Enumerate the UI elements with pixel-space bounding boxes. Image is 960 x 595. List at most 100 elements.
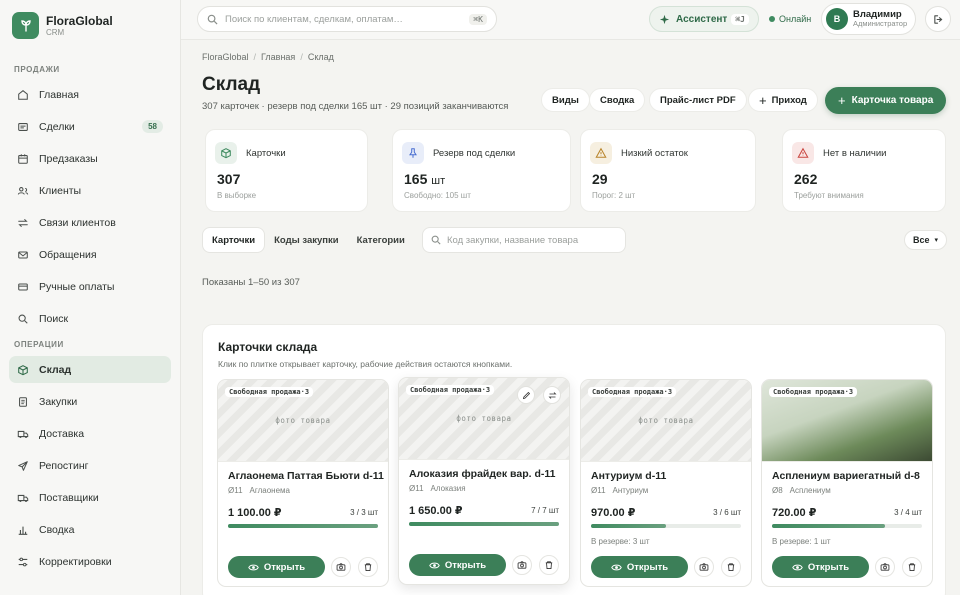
tab-purchase-codes[interactable]: Коды закупки	[265, 227, 348, 253]
assistant-button[interactable]: Ассистент ⌘J	[649, 6, 759, 32]
product-card[interactable]: Свободная продажа·3 Асплениум вариегатный…	[761, 379, 933, 587]
chevron-down-icon: ▾	[934, 237, 939, 244]
warning-icon	[590, 142, 612, 164]
sidebar-item[interactable]: Сделки 58	[9, 113, 171, 140]
page-subtitle: 307 карточек · резерв под сделки 165 шт …	[202, 101, 509, 112]
logo-icon	[12, 12, 39, 39]
send-icon	[16, 459, 30, 473]
pricelist-pdf-button[interactable]: Прайс-лист PDF	[649, 88, 747, 112]
panel-title: Карточки склада	[218, 340, 318, 354]
product-card[interactable]: Свободная продажа·3 фото товара Алоказия ф…	[398, 377, 570, 585]
sidebar-item-label: Поставщики	[39, 491, 99, 504]
product-price: 970.00 ₽	[591, 507, 636, 519]
sidebar-item[interactable]: Поиск	[9, 305, 171, 332]
receipt-button[interactable]: + Приход	[748, 88, 818, 112]
summary-button[interactable]: Сводка	[589, 88, 646, 112]
sale-tag: Свободная продажа·3	[225, 387, 314, 397]
filter-select[interactable]: Все ▾	[904, 230, 948, 250]
stat-value: 262	[794, 171, 818, 187]
open-card-button[interactable]: Открыть	[228, 556, 325, 578]
swap-icon	[548, 391, 556, 399]
product-name: Антуриум d-11	[591, 470, 667, 482]
product-price: 1 100.00 ₽	[228, 507, 282, 519]
global-search[interactable]: Поиск по клиентам, сделкам, оплатам… ⌘K	[197, 6, 497, 32]
sidebar-item[interactable]: Доставка	[9, 420, 171, 447]
sidebar-item[interactable]: Репостинг	[9, 452, 171, 479]
sliders-icon	[16, 555, 30, 569]
users-icon	[16, 184, 30, 198]
photo-button[interactable]	[331, 557, 351, 577]
stock-bar	[409, 522, 559, 526]
product-meta: Ø8 Асплениум	[772, 486, 831, 495]
stat-value: 29	[592, 171, 608, 187]
tab-cards[interactable]: Карточки	[202, 227, 266, 253]
deals-icon	[16, 120, 30, 134]
sidebar-item[interactable]: Связи клиентов	[9, 209, 171, 236]
search-icon	[207, 14, 218, 25]
new-product-card-button[interactable]: + Карточка товара	[825, 87, 947, 114]
tabs: Карточки Коды закупки Категории	[202, 227, 414, 253]
edit-button[interactable]	[517, 386, 535, 404]
tab-categories[interactable]: Категории	[348, 227, 414, 253]
sidebar-item-label: Поиск	[39, 312, 69, 325]
delete-button[interactable]	[539, 555, 559, 575]
views-button[interactable]: Виды	[541, 88, 590, 112]
eye-icon	[611, 564, 622, 570]
sidebar-item-label: Сводка	[39, 523, 75, 536]
photo-button[interactable]	[875, 557, 895, 577]
sidebar-item[interactable]: Закупки	[9, 388, 171, 415]
trash-icon	[908, 563, 916, 571]
sidebar-item-label: Ручные оплаты	[39, 280, 115, 293]
sidebar-item[interactable]: Склад	[9, 356, 171, 383]
camera-icon	[336, 563, 346, 571]
new-product-card-label: Карточка товара	[851, 95, 934, 106]
delete-button[interactable]	[721, 557, 741, 577]
sidebar-item[interactable]: Клиенты	[9, 177, 171, 204]
sidebar-item[interactable]: Главная	[9, 81, 171, 108]
brand[interactable]: FloraGlobal CRM	[0, 0, 180, 51]
sidebar-item[interactable]: Ручные оплаты	[9, 273, 171, 300]
filter-select-value: Все	[913, 235, 930, 245]
product-meta: Ø11 Алоказия	[409, 484, 466, 493]
sidebar-item[interactable]: Обращения	[9, 241, 171, 268]
breadcrumb-item[interactable]: Главная	[261, 52, 295, 62]
box-icon	[16, 363, 30, 377]
open-card-button[interactable]: Открыть	[409, 554, 506, 576]
card-icon	[16, 280, 30, 294]
filter-input[interactable]: Код закупки, название товара	[447, 235, 578, 246]
sidebar-item[interactable]: Сводка	[9, 516, 171, 543]
trash-icon	[545, 561, 553, 569]
delete-button[interactable]	[902, 557, 922, 577]
user-menu[interactable]: В Владимир Администратор	[821, 3, 916, 35]
move-button[interactable]	[543, 386, 561, 404]
product-quantity: 3 / 4 шт	[894, 508, 922, 517]
stock-bar-fill	[772, 524, 885, 528]
stat-hint: Требуют внимания	[794, 191, 864, 200]
truck-icon	[16, 491, 30, 505]
photo-placeholder: фото товара	[456, 414, 512, 423]
search-input[interactable]: Поиск по клиентам, сделкам, оплатам…	[225, 14, 469, 25]
delete-button[interactable]	[358, 557, 378, 577]
sidebar-item[interactable]: Предзаказы	[9, 145, 171, 172]
product-quantity: 3 / 6 шт	[713, 508, 741, 517]
product-card[interactable]: Свободная продажа·3 фото товара Антуриум d…	[580, 379, 752, 587]
sidebar-item[interactable]: Корректировки	[9, 548, 171, 575]
sidebar-item-label: Доставка	[39, 427, 85, 440]
sidebar-item-label: Главная	[39, 88, 79, 101]
filter-search[interactable]: Код закупки, название товара	[422, 227, 626, 253]
eye-icon	[792, 564, 803, 570]
panel-subtitle: Клик по плитке открывает карточку, рабоч…	[218, 359, 513, 369]
open-card-button[interactable]: Открыть	[772, 556, 869, 578]
photo-button[interactable]	[694, 557, 714, 577]
product-card[interactable]: Свободная продажа·3 фото товара Аглаонема …	[217, 379, 389, 587]
sidebar-item[interactable]: Поставщики	[9, 484, 171, 511]
logout-button[interactable]	[925, 6, 951, 32]
open-card-button[interactable]: Открыть	[591, 556, 688, 578]
product-price: 1 650.00 ₽	[409, 505, 463, 517]
sidebar: FloraGlobal CRM ПРОДАЖИ Главная Сделки 58 П…	[0, 0, 181, 595]
summary-label: Сводка	[600, 94, 635, 106]
sidebar-item-label: Связи клиентов	[39, 216, 116, 229]
breadcrumb-item[interactable]: FloraGlobal	[202, 52, 249, 62]
photo-button[interactable]	[512, 555, 532, 575]
swap-icon	[16, 216, 30, 230]
